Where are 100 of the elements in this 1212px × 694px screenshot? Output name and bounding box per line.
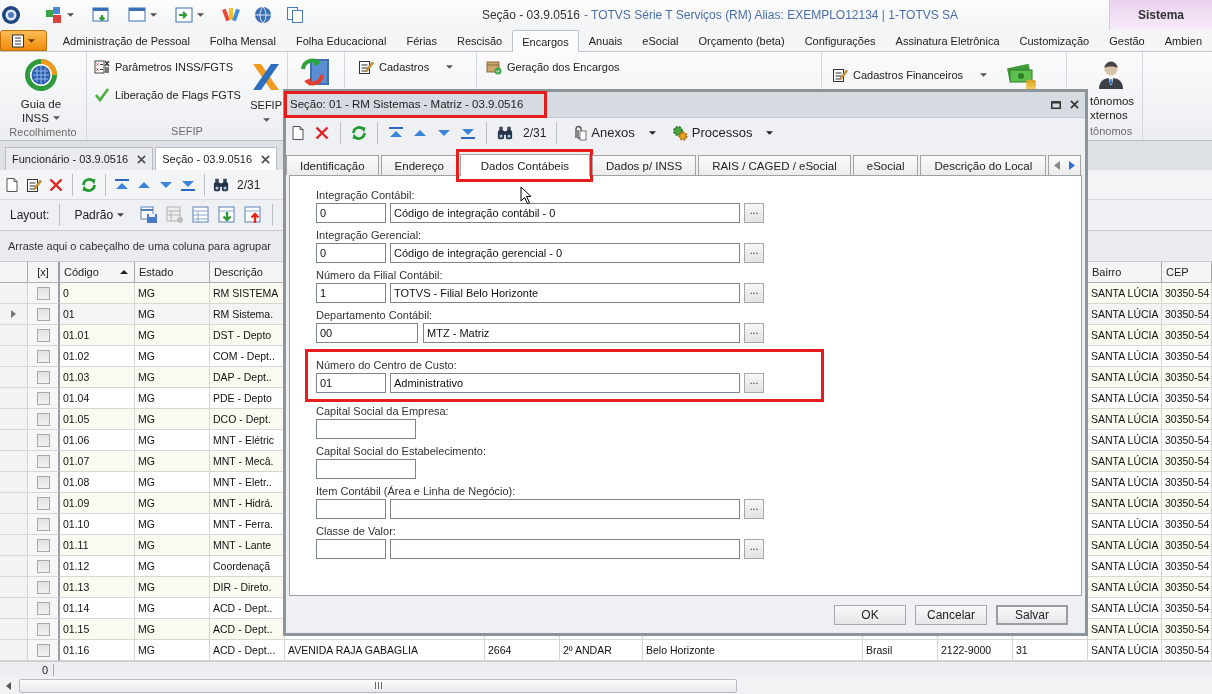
ribbon-tab[interactable]: Administração de Pessoal [52, 30, 200, 51]
close-icon[interactable] [261, 154, 271, 164]
caret-icon[interactable] [197, 13, 204, 17]
export-icon[interactable] [244, 206, 263, 224]
tab[interactable]: RAIS / CAGED / eSocial [698, 155, 851, 175]
checkbox[interactable] [36, 475, 50, 489]
checkbox[interactable] [36, 349, 50, 363]
refresh-icon[interactable] [351, 124, 367, 141]
binoculars-icon[interactable] [213, 176, 229, 193]
ribbon-button[interactable]: Cadastros Financeiros [831, 66, 989, 84]
checkbox[interactable] [36, 643, 50, 657]
maximize-icon[interactable] [1051, 100, 1061, 109]
checkbox[interactable] [36, 433, 50, 447]
description-field[interactable] [390, 539, 740, 559]
new-document-icon[interactable] [290, 124, 306, 141]
description-field[interactable] [390, 499, 740, 519]
ribbon-button[interactable]: Cadastros [357, 58, 455, 76]
tab[interactable]: Identificação [286, 155, 379, 175]
document-tab[interactable]: Seção - 03.9.0516 [155, 147, 278, 170]
browse-button[interactable]: ... [744, 203, 764, 223]
checkbox[interactable] [36, 517, 50, 531]
column-header[interactable]: [x] [28, 262, 60, 283]
close-icon[interactable] [1070, 100, 1079, 109]
document-tab[interactable]: Funcionário - 03.9.0516 [5, 147, 154, 170]
checkbox[interactable] [36, 538, 50, 552]
description-field[interactable]: MTZ - Matriz [423, 323, 740, 343]
caret-icon[interactable] [67, 13, 74, 17]
new-document-icon[interactable] [4, 176, 20, 193]
code-field[interactable]: 0 [316, 203, 386, 223]
ribbon-button[interactable]: Geração dos Encargos [485, 58, 621, 76]
column-header[interactable]: CEP [1162, 262, 1212, 283]
checkbox[interactable] [36, 370, 50, 384]
browse-button[interactable]: ... [744, 373, 764, 393]
ribbon-tab[interactable]: Ambien [1154, 30, 1212, 51]
tab[interactable]: Dados p/ INSS [592, 155, 697, 175]
ribbon-tab[interactable]: Férias [396, 30, 447, 51]
dialog-button[interactable]: Salvar [996, 604, 1068, 625]
checkbox[interactable] [36, 307, 50, 321]
ribbon-tab[interactable]: Assinatura Eletrônica [885, 30, 1010, 51]
delete-icon[interactable] [314, 124, 330, 141]
copy-icon[interactable] [286, 6, 304, 24]
browse-button[interactable]: ... [744, 243, 764, 263]
ribbon-tab[interactable]: Folha Educacional [285, 30, 397, 51]
window-icon[interactable] [128, 6, 146, 24]
globe-icon[interactable] [254, 6, 272, 24]
dialog-button[interactable]: OK [834, 604, 906, 625]
ribbon-tab[interactable]: eSocial [632, 30, 689, 51]
browse-button[interactable]: ... [744, 539, 764, 559]
ribbon-button[interactable]: Parâmetros INSS/FGTS [93, 58, 242, 76]
code-field[interactable]: 1 [316, 283, 386, 303]
column-header[interactable]: Estado [135, 262, 210, 283]
code-field[interactable]: 01 [316, 373, 386, 393]
checkbox[interactable] [36, 496, 50, 510]
scrollbar-thumb[interactable] [19, 678, 737, 693]
ribbon-tab[interactable]: Gestão [1099, 30, 1155, 51]
scroll-left-icon[interactable] [6, 681, 11, 690]
scroll-left-icon[interactable] [1053, 161, 1060, 170]
book-sync-icon[interactable] [300, 56, 332, 88]
code-field[interactable]: 00 [316, 323, 418, 343]
ribbon-button[interactable]: SEFIP [249, 56, 283, 122]
palette-icon[interactable] [222, 6, 240, 24]
ribbon-tab[interactable]: Anuais [578, 30, 633, 51]
ribbon-button[interactable]: tônomos xternos [1090, 56, 1136, 122]
code-field[interactable] [316, 499, 386, 519]
cubes-icon[interactable] [45, 6, 63, 24]
file-menu-button[interactable] [0, 30, 47, 51]
column-header[interactable]: Bairro [1088, 262, 1162, 283]
tab[interactable]: Endereço [380, 155, 458, 175]
delete-icon[interactable] [48, 176, 64, 193]
ribbon-tab[interactable]: Customização [1009, 30, 1100, 51]
binoculars-icon[interactable] [497, 124, 513, 141]
column-header[interactable]: Descrição [210, 262, 285, 283]
menu-button[interactable]: Processos [667, 124, 778, 141]
browse-button[interactable]: ... [744, 323, 764, 343]
ribbon-button[interactable]: Liberação de Flags FGTS [93, 86, 242, 104]
caret-icon[interactable] [150, 13, 157, 17]
checkbox[interactable] [36, 286, 50, 300]
menu-button[interactable]: Anexos [567, 124, 660, 141]
close-icon[interactable] [137, 154, 147, 164]
browse-button[interactable]: ... [744, 283, 764, 303]
ribbon-tab[interactable]: Configurações [794, 30, 886, 51]
tab[interactable]: eSocial [852, 155, 919, 175]
checkbox[interactable] [36, 391, 50, 405]
ribbon-tab[interactable]: Rescisão [447, 30, 513, 51]
checkbox[interactable] [36, 328, 50, 342]
scroll-right-icon[interactable] [1069, 161, 1076, 170]
window-download-icon[interactable] [92, 6, 110, 24]
checkbox[interactable] [36, 454, 50, 468]
import-icon[interactable] [218, 206, 237, 224]
ribbon-tab[interactable]: Encargos [512, 30, 579, 52]
checkbox[interactable] [36, 601, 50, 615]
save-layout-icon[interactable] [140, 206, 159, 224]
refresh-icon[interactable] [81, 176, 97, 193]
input-field[interactable] [316, 419, 416, 439]
browse-button[interactable]: ... [744, 499, 764, 519]
ribbon-tab[interactable]: Folha Mensal [199, 30, 286, 51]
edit-document-icon[interactable] [26, 176, 42, 193]
checkbox[interactable] [36, 580, 50, 594]
grid-icon[interactable] [192, 206, 211, 224]
tab[interactable]: Dados Contábeis [459, 154, 591, 176]
